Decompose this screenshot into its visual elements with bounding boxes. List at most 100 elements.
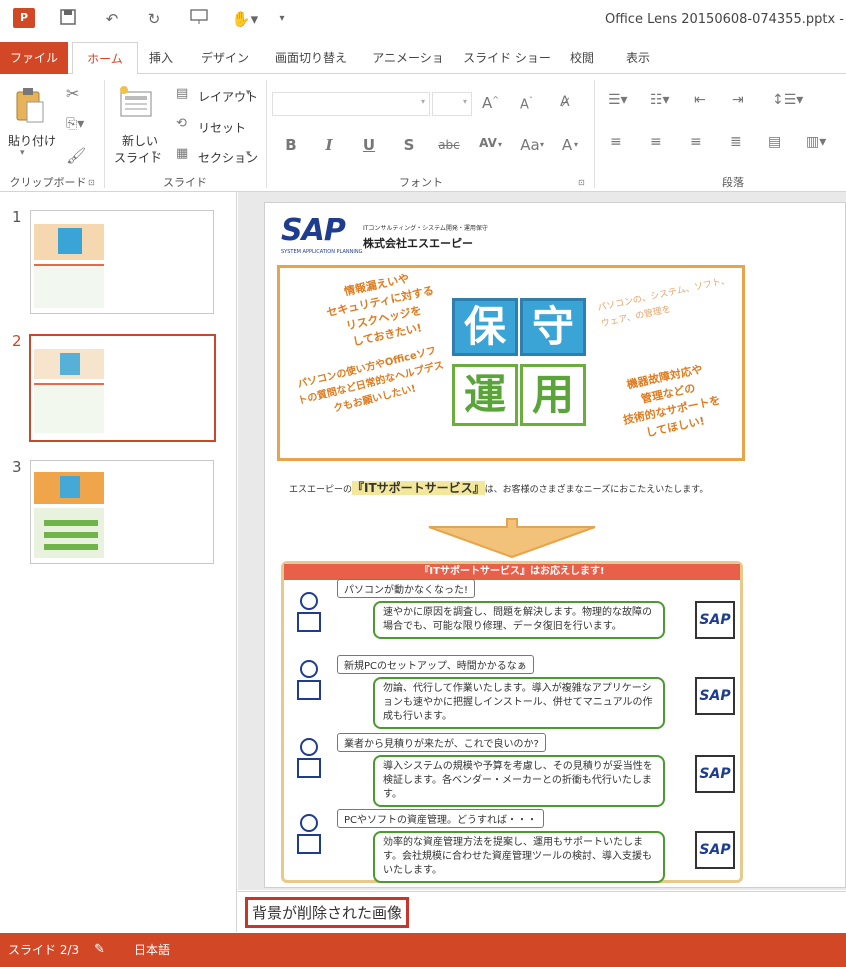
- numbering-icon[interactable]: ☷▾: [650, 92, 670, 108]
- paste-icon[interactable]: [14, 86, 46, 126]
- align-left-icon[interactable]: ≡: [610, 134, 622, 150]
- slideshow-start-icon[interactable]: [187, 9, 211, 29]
- new-slide-dropdown-icon[interactable]: ▾: [152, 149, 157, 159]
- customize-qat-icon[interactable]: ▾: [270, 9, 294, 29]
- justify-icon[interactable]: ≣: [730, 134, 742, 150]
- bullets-icon[interactable]: ☰▾: [608, 92, 628, 108]
- grow-font-icon[interactable]: A^: [482, 94, 499, 112]
- tab-animations[interactable]: アニメーション: [368, 42, 448, 97]
- title-bar: P ↶ ↻ ✋▾ ▾ Office Lens 20150608-074355.p…: [0, 0, 846, 38]
- kanji-tile: 用: [520, 364, 586, 426]
- sap-badge: SAP: [695, 677, 735, 715]
- slide-thumbnail-2[interactable]: [29, 334, 216, 442]
- answer-bubble: 効率的な資産管理方法を提案し、運用もサポートいたします。会社規模に合わせた資産管…: [373, 831, 665, 883]
- format-painter-icon[interactable]: 🖌: [66, 146, 86, 165]
- italic-button[interactable]: I: [318, 136, 340, 154]
- notes-text[interactable]: 背景が削除された画像: [245, 897, 410, 928]
- current-slide[interactable]: SAP SYSTEM APPLICATION PLANNING ITコンサルティ…: [264, 202, 846, 888]
- spell-check-icon[interactable]: ✎: [94, 933, 105, 967]
- shadow-button[interactable]: S: [398, 136, 420, 154]
- redo-icon[interactable]: ↻: [142, 9, 166, 29]
- answer-bubble: 勿論、代行して作業いたします。導入が複雑なアプリケーションも速やかに把握しインス…: [373, 677, 665, 729]
- kanji-tile: 保: [452, 298, 518, 356]
- shrink-font-icon[interactable]: Aˇ: [520, 96, 533, 112]
- kanji-tile: 守: [520, 298, 586, 356]
- align-right-icon[interactable]: ≡: [690, 134, 702, 150]
- group-separator: [266, 80, 267, 188]
- sap-badge: SAP: [695, 831, 735, 869]
- char-spacing-dropdown-icon[interactable]: ▾: [498, 140, 502, 149]
- banner-left-low-text: パソコンの使い方やOfficeソフトの質問など日常的なヘルプデスクもお願いしたい…: [296, 345, 445, 415]
- distributed-icon[interactable]: ▤: [768, 134, 781, 150]
- tab-slideshow[interactable]: スライド ショー: [462, 42, 552, 74]
- sap-logo: SAP: [281, 213, 346, 248]
- slide-thumbnail-1[interactable]: [30, 210, 214, 314]
- banner-right-speech: 機器故障対応や 管理などの 技術的なサポートを してほしい!: [598, 355, 741, 449]
- thumbnail-number: 1: [12, 208, 22, 226]
- status-bar: スライド 2/3 ✎ 日本語: [0, 933, 846, 967]
- undo-icon[interactable]: ↶: [100, 9, 124, 29]
- company-tagline: ITコンサルティング・システム開発・運用保守: [363, 225, 488, 232]
- thumbnail-number: 2: [12, 332, 22, 350]
- font-color-dropdown-icon[interactable]: ▾: [574, 140, 578, 149]
- change-case-button[interactable]: Aa: [518, 136, 542, 154]
- align-center-icon[interactable]: ≡: [650, 134, 662, 150]
- slide-editing-area: SAP SYSTEM APPLICATION PLANNING ITコンサルティ…: [238, 192, 846, 890]
- font-size-combo[interactable]: ▾: [432, 92, 472, 116]
- language-indicator[interactable]: 日本語: [134, 933, 170, 967]
- clipboard-group-label: クリップボード: [9, 176, 87, 189]
- copy-icon[interactable]: ⎘▾: [66, 116, 84, 132]
- sap-badge: SAP: [695, 601, 735, 639]
- char-spacing-button[interactable]: AV: [476, 136, 500, 150]
- paste-button[interactable]: 貼り付け: [8, 132, 56, 149]
- change-case-dropdown-icon[interactable]: ▾: [540, 140, 544, 149]
- reset-button[interactable]: リセット: [198, 119, 246, 136]
- clipboard-launcher-icon[interactable]: ⊡: [88, 178, 95, 187]
- slide-thumbnails-pane: 1 2 3: [0, 192, 237, 932]
- tab-design[interactable]: デザイン: [196, 42, 254, 74]
- person-icon: [297, 814, 321, 854]
- section-icon[interactable]: ▦: [176, 146, 188, 161]
- person-icon: [297, 738, 321, 778]
- increase-indent-icon[interactable]: ⇥: [732, 92, 744, 108]
- bold-button[interactable]: B: [280, 136, 302, 154]
- kanji-tile: 運: [452, 364, 518, 426]
- new-slide-icon[interactable]: [118, 84, 154, 122]
- touch-mode-icon[interactable]: ✋▾: [230, 9, 260, 29]
- group-separator: [594, 80, 595, 188]
- tab-file[interactable]: ファイル: [0, 42, 68, 74]
- section-dropdown-icon[interactable]: ▾: [246, 149, 251, 159]
- underline-button[interactable]: U: [358, 136, 380, 154]
- columns-icon[interactable]: ▥▾: [806, 134, 826, 150]
- clear-format-icon[interactable]: A̷: [560, 94, 570, 110]
- new-slide-label-1[interactable]: 新しい: [122, 132, 158, 149]
- strikethrough-button[interactable]: abc: [434, 138, 464, 152]
- question-bubble: PCやソフトの資産管理。どうすれば・・・: [337, 809, 545, 828]
- decrease-indent-icon[interactable]: ⇤: [694, 92, 706, 108]
- tab-insert[interactable]: 挿入: [142, 42, 180, 74]
- banner-right-top-text: パソコンの、システム、ソフト、ウェア、の管理を: [596, 275, 731, 330]
- font-name-combo[interactable]: ▾: [272, 92, 430, 116]
- tab-view[interactable]: 表示: [618, 42, 658, 74]
- answer-header: 『ITサポートサービス』はお応えします!: [284, 564, 740, 580]
- down-arrow-icon: [427, 517, 597, 562]
- sap-logo-subtitle: SYSTEM APPLICATION PLANNING: [281, 249, 363, 255]
- layout-icon[interactable]: ▤: [176, 86, 188, 101]
- intro-suffix: は、お客様のさまざまなニーズにおこたえいたします。: [484, 485, 709, 495]
- layout-dropdown-icon[interactable]: ▾: [246, 88, 251, 98]
- person-icon: [297, 660, 321, 700]
- save-icon[interactable]: [56, 9, 80, 29]
- slide-thumbnail-3[interactable]: [30, 460, 214, 564]
- reset-icon[interactable]: ⟲: [176, 116, 187, 131]
- tab-review[interactable]: 校閲: [562, 42, 602, 74]
- slide-counter: スライド 2/3: [8, 943, 80, 957]
- question-bubble: 新規PCのセットアップ、時間かかるなぁ: [337, 655, 534, 674]
- line-spacing-icon[interactable]: ↕☰▾: [772, 92, 803, 108]
- intro-service-name: 『ITサポートサービス』: [352, 481, 485, 495]
- paste-dropdown-icon[interactable]: ▾: [20, 148, 25, 158]
- notes-pane[interactable]: 背景が削除された画像: [238, 891, 846, 933]
- cut-icon[interactable]: ✂: [66, 84, 79, 103]
- tab-transitions[interactable]: 画面切り替え: [268, 42, 354, 74]
- font-launcher-icon[interactable]: ⊡: [578, 178, 585, 187]
- tab-home[interactable]: ホーム: [72, 42, 138, 75]
